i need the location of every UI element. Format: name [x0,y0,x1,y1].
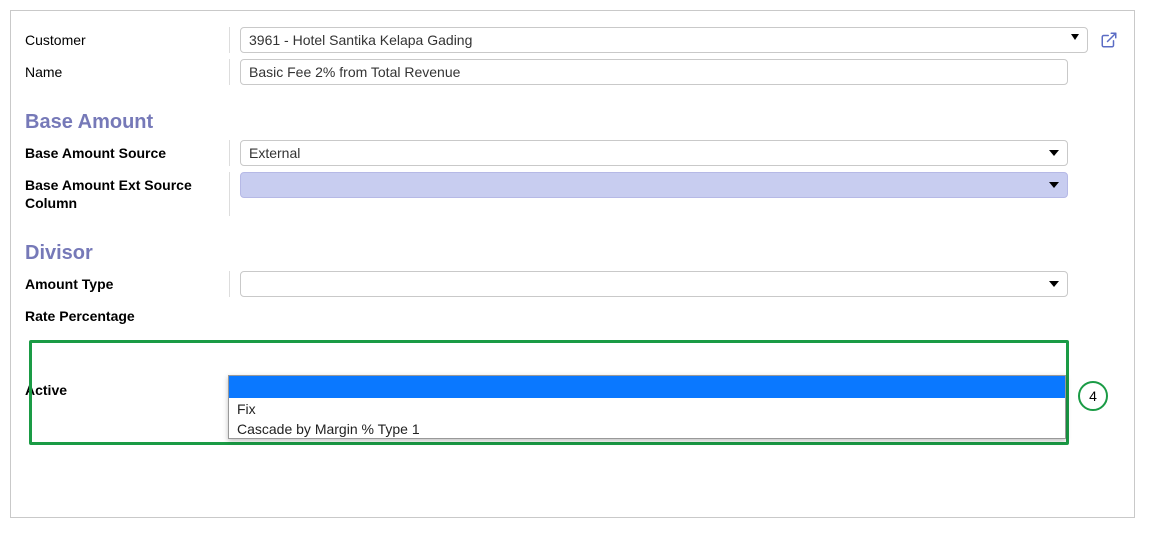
row-base-amount-source: Base Amount Source External [25,140,1120,166]
callout-number: 4 [1089,388,1097,404]
row-customer: Customer 3961 - Hotel Santika Kelapa Gad… [25,27,1120,53]
row-amount-type: Amount Type [25,271,1120,297]
base-amount-ext-col-label: Base Amount Ext Source Column [25,172,230,216]
section-base-amount-title: Base Amount [25,111,1120,134]
base-amount-ext-col-select[interactable] [240,172,1068,198]
dropdown-option-fix[interactable]: Fix [229,398,1065,418]
amount-type-dropdown-list[interactable]: Fix Cascade by Margin % Type 1 [228,375,1066,439]
name-input[interactable] [240,59,1068,85]
active-label: Active [25,377,230,403]
name-label: Name [25,59,230,85]
base-amount-source-select[interactable]: External [240,140,1068,166]
name-input-col [230,59,1120,85]
row-rate-percentage: Rate Percentage [25,303,1120,329]
row-name: Name [25,59,1120,85]
base-amount-source-input-col: External [230,140,1120,166]
caret-down-icon [1071,34,1079,40]
customer-input-col: 3961 - Hotel Santika Kelapa Gading [230,27,1120,53]
section-divisor-title: Divisor [25,242,1120,265]
dropdown-option-blank[interactable] [229,376,1065,398]
base-amount-source-label: Base Amount Source [25,140,230,166]
base-amount-ext-col-input-col [230,172,1120,198]
external-link-icon[interactable] [1098,29,1120,51]
amount-type-input-col [230,271,1120,297]
form-panel: Customer 3961 - Hotel Santika Kelapa Gad… [10,10,1135,518]
amount-type-select[interactable] [240,271,1068,297]
dropdown-option-cascade[interactable]: Cascade by Margin % Type 1 [229,418,1065,438]
customer-value: 3961 - Hotel Santika Kelapa Gading [249,32,472,48]
amount-type-label: Amount Type [25,271,230,297]
customer-dropdown[interactable]: 3961 - Hotel Santika Kelapa Gading [240,27,1088,53]
customer-label: Customer [25,27,230,53]
callout-badge: 4 [1078,381,1108,411]
row-base-amount-ext-col: Base Amount Ext Source Column [25,172,1120,216]
rate-percentage-label: Rate Percentage [25,303,230,329]
